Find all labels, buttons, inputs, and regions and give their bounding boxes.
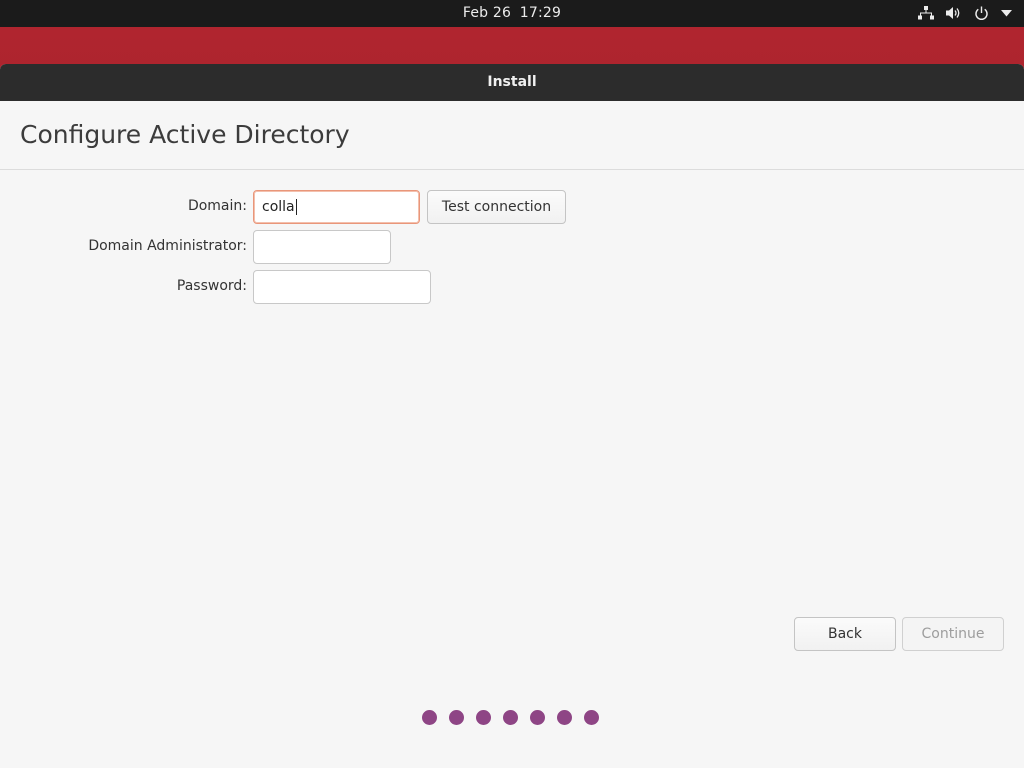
- progress-dot: [557, 710, 572, 725]
- domain-input-value: colla: [262, 199, 295, 215]
- password-input[interactable]: [253, 270, 431, 304]
- power-icon[interactable]: [974, 6, 989, 21]
- continue-button[interactable]: Continue: [902, 617, 1004, 651]
- progress-dot: [584, 710, 599, 725]
- clock-time: 17:29: [519, 5, 562, 21]
- system-tray[interactable]: [918, 4, 1012, 22]
- progress-dot: [422, 710, 437, 725]
- progress-dot: [476, 710, 491, 725]
- domain-administrator-label: Domain Administrator:: [88, 238, 247, 254]
- progress-dot: [449, 710, 464, 725]
- domain-label: Domain:: [187, 198, 247, 214]
- page-title: Configure Active Directory: [20, 120, 350, 149]
- volume-icon[interactable]: [946, 6, 962, 20]
- text-cursor: [295, 199, 297, 215]
- password-label: Password:: [176, 278, 247, 294]
- progress-dot: [503, 710, 518, 725]
- test-connection-button[interactable]: Test connection: [427, 190, 566, 224]
- window-title: Install: [0, 64, 1024, 101]
- top-panel: Feb 26 17:29: [0, 0, 1024, 27]
- installer-window: Install Configure Active Directory Domai…: [0, 64, 1024, 768]
- progress-dots: [422, 710, 599, 725]
- progress-dot: [530, 710, 545, 725]
- domain-administrator-input[interactable]: [253, 230, 391, 264]
- domain-input[interactable]: colla: [253, 190, 420, 224]
- back-button[interactable]: Back: [794, 617, 896, 651]
- network-icon[interactable]: [918, 6, 934, 20]
- clock-date: Feb 26: [462, 5, 512, 21]
- header-divider: [0, 169, 1024, 170]
- clock[interactable]: Feb 26 17:29: [0, 5, 1024, 21]
- menu-arrow-icon[interactable]: [1001, 9, 1012, 17]
